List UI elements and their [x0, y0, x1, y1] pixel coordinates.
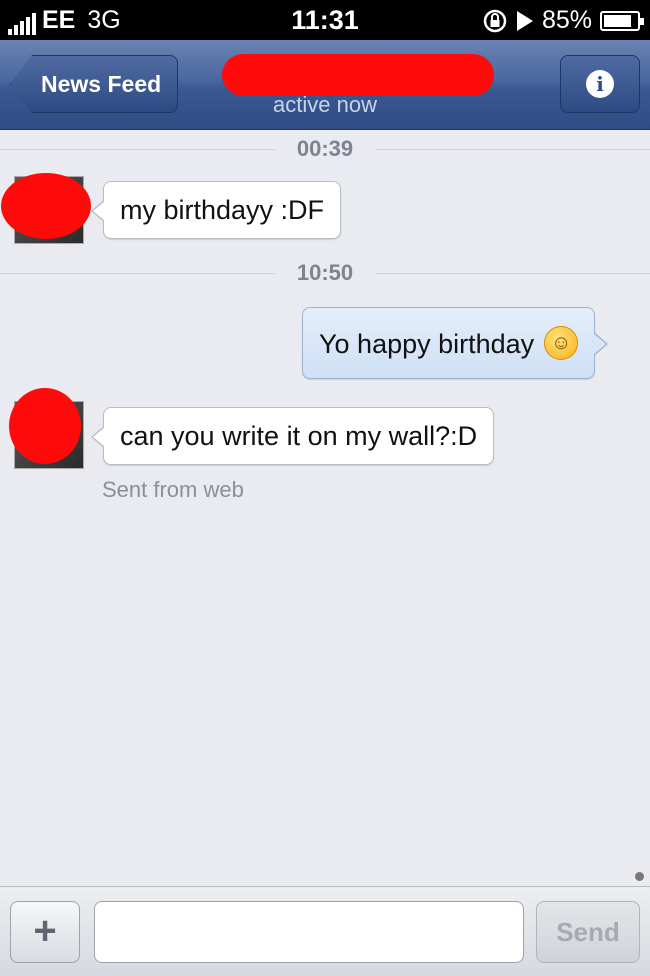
smiling-face-icon: ☺ — [544, 325, 579, 360]
battery-percent: 85% — [541, 6, 592, 34]
message-bubble-incoming: can you write it on my wall?:D — [90, 407, 495, 465]
contact-name-redacted — [222, 54, 494, 96]
message-bubble-incoming: my birthdayy :DF — [90, 181, 342, 239]
send-button[interactable]: Send — [536, 901, 640, 963]
presence-status: active now — [273, 92, 377, 117]
status-right: 85% — [482, 6, 644, 35]
play-icon — [516, 10, 533, 31]
status-bar: EE 3G 11:31 85% — [0, 0, 650, 40]
scroll-indicator — [635, 872, 644, 881]
timestamp: 00:39 — [0, 134, 650, 164]
redaction-blot — [1, 173, 91, 239]
info-button[interactable]: i — [560, 55, 640, 113]
battery-fill — [604, 14, 632, 27]
nav-bar: News Feed active now i — [0, 40, 650, 130]
timestamp: 10:50 — [0, 258, 650, 288]
avatar — [9, 388, 84, 469]
redaction-blot — [9, 388, 81, 464]
composer-bar: + Send — [0, 886, 650, 976]
rotation-lock-icon — [483, 9, 507, 32]
message-bubble-outgoing: Yo happy birthday ☺ — [302, 307, 609, 379]
sent-from-label: Sent from web — [102, 477, 244, 502]
avatar — [1, 173, 91, 244]
add-attachment-button[interactable]: + — [10, 901, 80, 963]
message-text: Yo happy birthday — [319, 329, 535, 359]
battery-icon — [600, 10, 644, 31]
info-icon: i — [586, 70, 614, 98]
message-input[interactable] — [94, 901, 524, 963]
